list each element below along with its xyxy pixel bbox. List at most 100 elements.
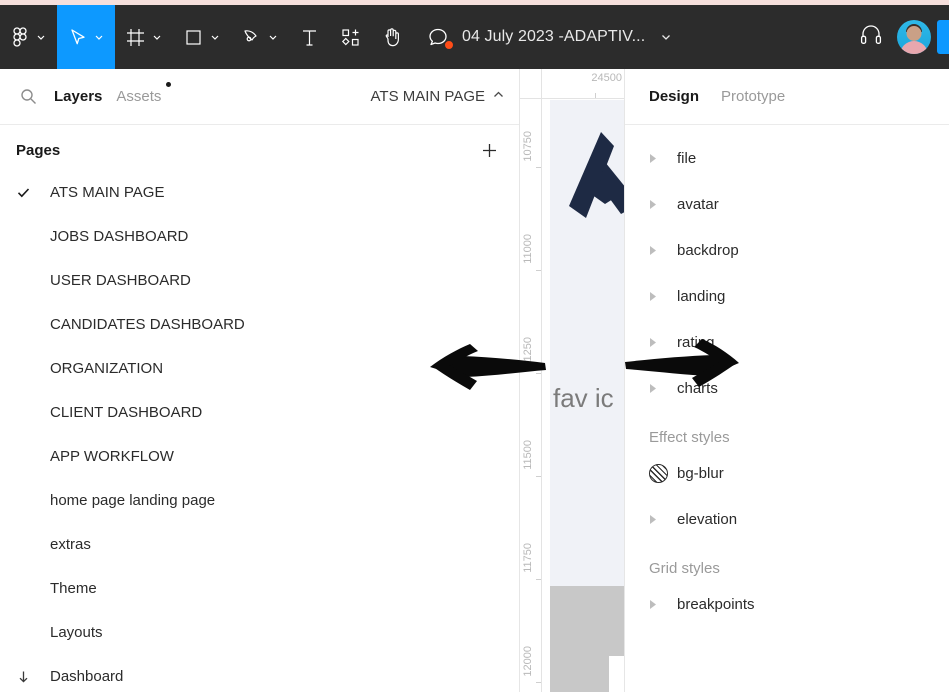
resources-tool-button[interactable] — [330, 5, 371, 69]
styles-list: file avatar backdrop landing rating charts — [625, 125, 949, 411]
style-list-item[interactable]: rating — [625, 319, 949, 365]
page-selector[interactable]: ATS MAIN PAGE — [371, 88, 505, 105]
grid-styles-heading: Grid styles — [649, 560, 720, 577]
page-list-item-label: extras — [50, 535, 91, 553]
chevron-up-icon — [492, 88, 505, 105]
favicon-text: fav ic — [553, 383, 614, 413]
chevron-down-icon — [209, 31, 221, 43]
arrow-down-icon — [16, 669, 50, 684]
page-list-item-label: Theme — [50, 579, 97, 597]
avatar[interactable] — [897, 20, 931, 54]
page-list-item[interactable]: Dashboard — [0, 654, 519, 692]
page-list-item-label: APP WORKFLOW — [50, 447, 174, 465]
disclosure-triangle-icon[interactable] — [649, 153, 677, 164]
horizontal-ruler: 24500 — [542, 69, 624, 99]
style-list-item[interactable]: backdrop — [625, 227, 949, 273]
document-menu-chevron[interactable] — [659, 30, 673, 44]
tab-assets[interactable]: Assets — [114, 82, 172, 109]
comment-tool-button[interactable] — [413, 26, 456, 50]
page-list-item[interactable]: ATS MAIN PAGE — [0, 170, 519, 214]
search-icon[interactable] — [14, 88, 42, 105]
page-selector-label: ATS MAIN PAGE — [370, 88, 485, 105]
page-list-item-label: CANDIDATES DASHBOARD — [50, 315, 245, 333]
style-list-item[interactable]: avatar — [625, 181, 949, 227]
move-tool-button[interactable] — [57, 5, 115, 69]
page-list-item-label: USER DASHBOARD — [50, 271, 191, 289]
page-list-item[interactable]: USER DASHBOARD — [0, 258, 519, 302]
disclosure-triangle-icon[interactable] — [649, 337, 677, 348]
disclosure-triangle-icon[interactable] — [649, 291, 677, 302]
document-title[interactable]: 04 July 2023 -ADAPTIV... — [462, 28, 645, 46]
assets-notification-dot — [166, 82, 172, 87]
audio-call-button[interactable] — [845, 23, 897, 52]
disclosure-triangle-icon[interactable] — [649, 514, 677, 525]
right-sidebar-header: Design Prototype — [625, 69, 949, 125]
page-list-item[interactable]: home page landing page — [0, 478, 519, 522]
tab-prototype[interactable]: Prototype — [721, 88, 785, 105]
blur-swatch-icon — [649, 463, 668, 483]
grid-styles-list: breakpoints — [625, 581, 949, 627]
style-list-item[interactable]: bg-blur — [625, 450, 949, 496]
hand-icon — [381, 26, 403, 48]
page-list-item[interactable]: APP WORKFLOW — [0, 434, 519, 478]
page-list-item-label: Dashboard — [50, 667, 124, 685]
pages-heading: Pages — [16, 142, 61, 159]
tab-design[interactable]: Design — [649, 88, 699, 105]
page-list-item[interactable]: ORGANIZATION — [0, 346, 519, 390]
style-list-item[interactable]: file — [625, 135, 949, 181]
page-list-item[interactable]: CANDIDATES DASHBOARD — [0, 302, 519, 346]
style-list-item-label: landing — [677, 287, 726, 305]
page-list-item-label: home page landing page — [50, 491, 216, 509]
ruler-v-tick — [536, 682, 541, 683]
style-list-item-label: charts — [677, 379, 718, 397]
frame-tool-button[interactable] — [115, 5, 173, 69]
share-button-edge[interactable] — [937, 20, 949, 54]
disclosure-triangle-icon[interactable] — [649, 383, 677, 394]
page-list-item[interactable]: Theme — [0, 566, 519, 610]
page-list-item[interactable]: Layouts — [0, 610, 519, 654]
effect-styles-heading: Effect styles — [649, 429, 730, 446]
style-list-item[interactable]: charts — [625, 365, 949, 411]
page-list-item[interactable]: extras — [0, 522, 519, 566]
main-toolbar: 04 July 2023 -ADAPTIV... — [0, 5, 949, 69]
page-list-item-label: Layouts — [50, 623, 103, 641]
ruler-v-label: 11250 — [522, 337, 534, 367]
frame-icon — [125, 27, 146, 48]
chevron-down-icon — [151, 31, 163, 43]
ruler-v-label: 11000 — [522, 234, 534, 264]
plus-icon[interactable] — [480, 141, 499, 160]
figma-menu-button[interactable] — [0, 5, 57, 69]
pen-tool-button[interactable] — [231, 5, 289, 69]
artboard-area: fav ic S — [543, 100, 624, 692]
hand-tool-button[interactable] — [371, 5, 413, 69]
page-list-item-label: JOBS DASHBOARD — [50, 227, 189, 245]
disclosure-triangle-icon[interactable] — [649, 199, 677, 210]
shape-tool-button[interactable] — [173, 5, 231, 69]
chevron-down-icon — [267, 31, 279, 43]
style-list-item[interactable]: breakpoints — [625, 581, 949, 627]
style-list-item-label: breakpoints — [677, 595, 755, 613]
page-list-item[interactable]: CLIENT DASHBOARD — [0, 390, 519, 434]
canvas-viewport[interactable]: 24500 10750 11000 11250 11500 11750 12000 fav… — [520, 69, 624, 692]
avatar-face — [906, 26, 922, 41]
figma-logo-icon — [10, 27, 30, 47]
tab-layers[interactable]: Layers — [52, 84, 104, 109]
chevron-down-icon — [93, 31, 105, 43]
style-list-item-label: file — [677, 149, 697, 167]
left-sidebar: Layers Assets ATS MAIN PAGE Pages ATS MA… — [0, 69, 520, 692]
style-list-item-label: elevation — [677, 510, 738, 528]
adaptiv-logo-mark — [561, 132, 624, 223]
style-list-item[interactable]: landing — [625, 273, 949, 319]
page-list-item[interactable]: JOBS DASHBOARD — [0, 214, 519, 258]
right-sidebar: Design Prototype file avatar backdrop landi… — [624, 69, 949, 692]
style-list-item[interactable]: elevation — [625, 496, 949, 542]
disclosure-triangle-icon[interactable] — [649, 599, 677, 610]
ruler-v-tick — [536, 167, 541, 168]
ruler-v-label: 11750 — [522, 543, 534, 573]
ruler-v-tick — [536, 476, 541, 477]
pages-list: ATS MAIN PAGE JOBS DASHBOARD USER DASHBOAR… — [0, 168, 519, 692]
text-tool-button[interactable] — [289, 5, 330, 69]
check-icon — [16, 185, 50, 200]
disclosure-triangle-icon[interactable] — [649, 245, 677, 256]
left-sidebar-header: Layers Assets ATS MAIN PAGE — [0, 69, 519, 125]
